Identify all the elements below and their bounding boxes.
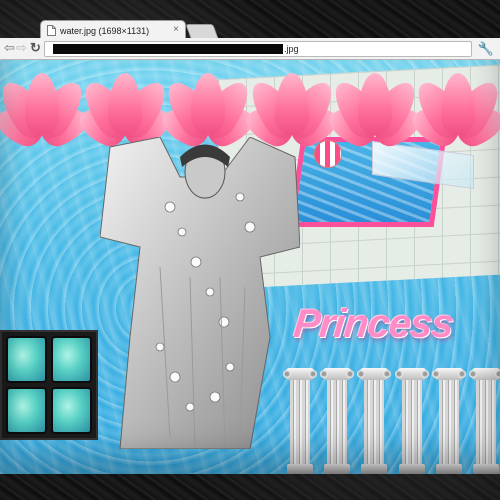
tab-title: water.jpg (1698×1131) <box>60 25 150 36</box>
tab-close-icon[interactable]: × <box>173 24 179 35</box>
tv-screen <box>51 387 92 434</box>
greek-column <box>394 368 429 474</box>
back-icon[interactable]: ⇦ <box>4 41 15 55</box>
lotus-flower <box>407 55 500 151</box>
vintage-woman-figure <box>99 136 301 450</box>
greek-columns <box>283 368 500 474</box>
new-tab-button[interactable] <box>185 24 219 39</box>
lotus-row <box>0 55 500 151</box>
greek-column <box>468 368 500 474</box>
reload-icon[interactable]: ↻ <box>30 41 41 55</box>
lotus-flower <box>0 55 93 151</box>
tab-water-jpg[interactable]: water.jpg (1698×1131) × <box>40 20 186 40</box>
princess-headline: Princess <box>291 302 456 346</box>
greek-column <box>283 368 317 474</box>
tv-wall <box>0 330 98 440</box>
greek-column <box>320 368 355 474</box>
lotus-flower <box>74 55 176 151</box>
greek-column <box>357 368 392 474</box>
lotus-flower <box>240 55 343 151</box>
page-icon <box>47 25 56 36</box>
tv-screen <box>6 387 47 434</box>
beach-ball <box>314 140 342 168</box>
redacted-url <box>53 44 283 54</box>
tab-strip: water.jpg (1698×1131) × <box>0 0 500 40</box>
greek-column <box>431 368 466 474</box>
tv-screen <box>6 336 47 383</box>
tv-screen <box>51 336 92 383</box>
lotus-flower <box>157 55 260 151</box>
forward-icon[interactable]: ⇨ <box>16 41 27 55</box>
url-suffix: .jpg <box>284 44 299 54</box>
lotus-flower <box>324 55 426 151</box>
